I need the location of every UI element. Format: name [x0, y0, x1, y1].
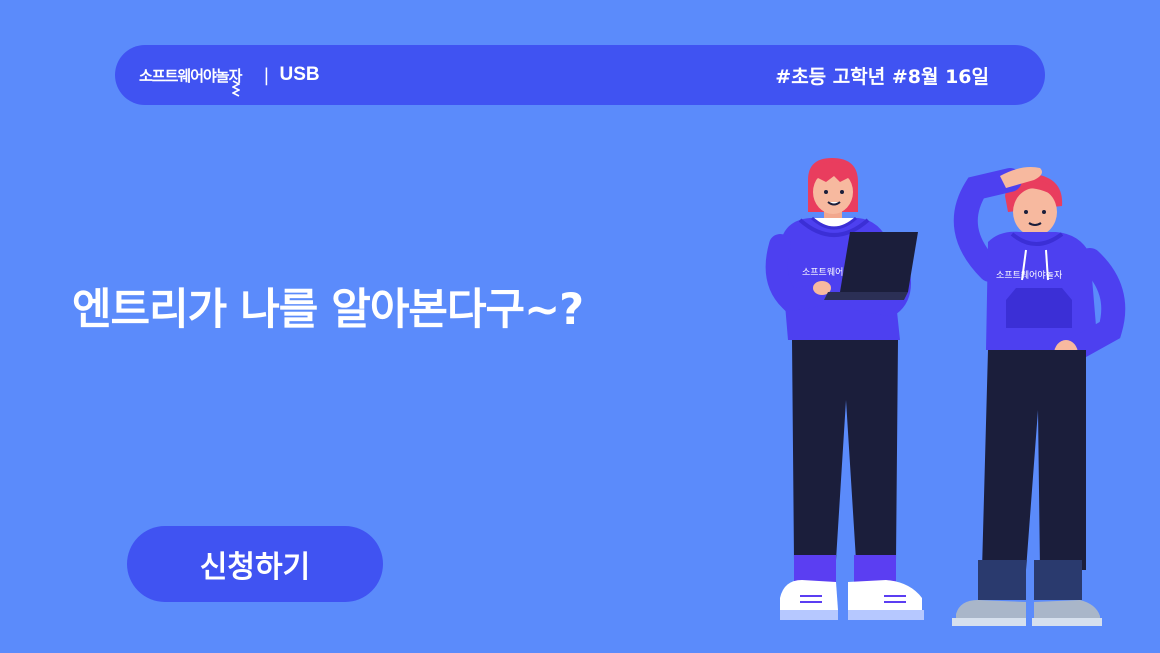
- boy-looking-far: 소프트웨어야놀자: [952, 167, 1126, 626]
- top-banner: 소프트웨어야놀자 | USB #초등 고학년 #8월 16일: [115, 45, 1045, 105]
- boy-hoodie-logo: 소프트웨어야놀자: [996, 269, 1063, 281]
- brand-logo-text: 소프트웨어야놀자: [139, 66, 242, 85]
- students-illustration: 소프트웨어야놀자 소프트웨어야놀자: [765, 158, 1126, 626]
- girl-with-laptop: 소프트웨어야놀자: [765, 158, 924, 620]
- headline: 엔트리가 나를 알아본다구~?: [72, 285, 584, 335]
- event-tags: #초등 고학년 #8월 16일: [775, 65, 989, 88]
- zigzag-mark-icon: [232, 79, 240, 97]
- apply-button[interactable]: 신청하기: [127, 526, 383, 602]
- brand-logo[interactable]: 소프트웨어야놀자: [139, 65, 242, 97]
- category-label: USB: [279, 64, 320, 85]
- header-divider: |: [263, 64, 270, 86]
